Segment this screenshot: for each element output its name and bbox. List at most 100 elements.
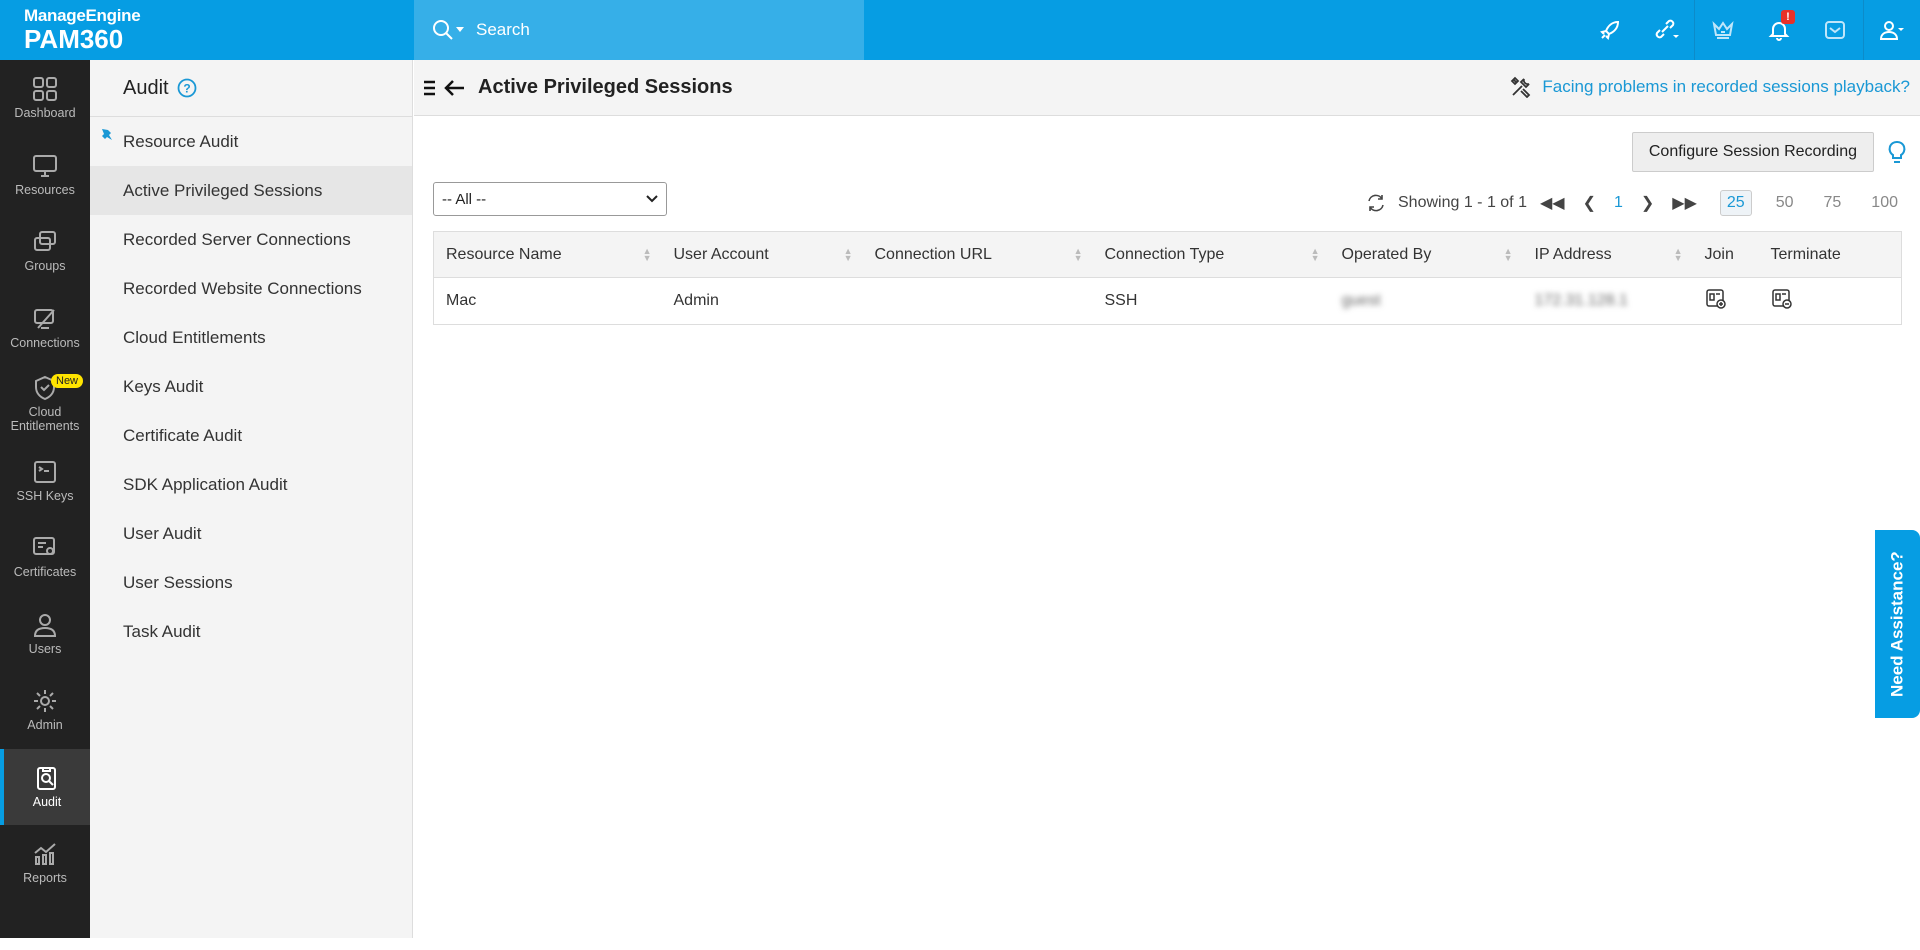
showing-text: Showing 1 - 1 of 1 (1398, 194, 1527, 211)
col-connection-url[interactable]: Connection URL ▲ ▼ (862, 231, 1093, 278)
submenu-user-audit[interactable]: User Audit (90, 509, 412, 558)
nav-label: Cloud Entitlements (10, 405, 80, 434)
submenu-label: Recorded Website Connections (123, 278, 362, 298)
col-connection-type[interactable]: Connection Type ▲ ▼ (1092, 231, 1330, 278)
sort-icon[interactable]: ▲ ▼ (1504, 247, 1513, 263)
submenu-active-privileged-sessions[interactable]: Active Privileged Sessions (90, 166, 412, 215)
nav-groups[interactable]: Groups (0, 213, 90, 290)
col-label: Terminate (1770, 245, 1841, 263)
bottom-strip (0, 938, 1920, 950)
cell-type: SSH (1104, 292, 1138, 309)
search-input[interactable]: Search (476, 20, 530, 40)
sort-icon[interactable]: ▲ ▼ (1674, 247, 1683, 263)
col-user-account[interactable]: User Account ▲ ▼ (661, 231, 863, 278)
join-session-icon[interactable] (1705, 288, 1727, 310)
lightbulb-icon[interactable] (1888, 140, 1906, 166)
nav-resources[interactable]: Resources (0, 137, 90, 214)
submenu-label: Certificate Audit (123, 425, 243, 445)
submenu-label: Keys Audit (123, 376, 204, 396)
logo[interactable]: ManageEngine PAM360 (24, 6, 141, 52)
page-size-25[interactable]: 25 (1719, 190, 1752, 216)
submenu-certificate-audit[interactable]: Certificate Audit (90, 411, 412, 460)
sort-icon[interactable]: ▲ ▼ (1074, 247, 1083, 263)
nav-label: Users (28, 641, 62, 656)
submenu-user-sessions[interactable]: User Sessions (90, 558, 412, 607)
col-operated-by[interactable]: Operated By ▲ ▼ (1329, 231, 1523, 278)
mail-icon[interactable] (1807, 0, 1863, 60)
audit-icon (37, 766, 56, 790)
submenu-label: Recorded Server Connections (123, 229, 351, 249)
svg-text:?: ? (183, 82, 190, 96)
submenu-task-audit[interactable]: Task Audit (90, 607, 412, 656)
playback-help-link[interactable]: Facing problems in recorded sessions pla… (1542, 77, 1910, 97)
rocket-icon[interactable] (1582, 0, 1638, 60)
bell-icon[interactable]: ! (1751, 0, 1807, 60)
filter-value: -- All -- (442, 190, 487, 208)
audit-submenu: Audit? Resource Audit Active Privileged … (90, 60, 413, 938)
crown-icon[interactable] (1695, 0, 1751, 60)
refresh-icon[interactable] (1366, 193, 1386, 213)
configure-session-recording-button[interactable]: Configure Session Recording (1631, 132, 1874, 172)
current-page[interactable]: 1 (1614, 194, 1623, 212)
chevron-down-icon (646, 195, 658, 203)
sort-icon[interactable]: ▲ ▼ (643, 247, 652, 263)
submenu-label: Resource Audit (123, 131, 239, 151)
groups-icon (34, 231, 56, 252)
submenu-label: SDK Application Audit (123, 474, 288, 494)
col-resource-name[interactable]: Resource Name ▲ ▼ (433, 231, 662, 278)
col-label: User Account (673, 245, 769, 263)
submenu-keys-audit[interactable]: Keys Audit (90, 362, 412, 411)
cell-operated-by: guest (1341, 292, 1381, 309)
help-icon[interactable]: ? (177, 78, 197, 98)
nav-audit[interactable]: Audit (0, 748, 90, 825)
pin-icon[interactable] (100, 127, 114, 141)
nav-reports[interactable]: Reports (0, 825, 90, 902)
main-nav: Dashboard Resources Groups Connections N… (0, 60, 90, 950)
menu-toggle-icon[interactable] (422, 79, 438, 97)
terminate-session-icon[interactable] (1771, 288, 1793, 310)
cell-account: Admin (673, 292, 719, 309)
col-join: Join (1692, 231, 1759, 278)
gear-icon (34, 690, 56, 713)
nav-label: Certificates (13, 565, 77, 580)
nav-label: Audit (32, 794, 62, 809)
page-size-50[interactable]: 50 (1770, 191, 1800, 215)
certificate-icon (33, 537, 55, 556)
back-arrow-icon[interactable] (442, 78, 466, 98)
need-assistance-button[interactable]: Need Assistance? (1875, 530, 1920, 718)
page-size-100[interactable]: 100 (1865, 191, 1904, 215)
submenu-label: User Audit (123, 523, 202, 543)
first-page-icon[interactable]: ◀◀ (1540, 193, 1565, 213)
page-size-75[interactable]: 75 (1818, 191, 1848, 215)
sort-icon[interactable]: ▲ ▼ (844, 247, 853, 263)
last-page-icon[interactable]: ▶▶ (1672, 193, 1697, 213)
col-ip-address[interactable]: IP Address ▲ ▼ (1522, 231, 1693, 278)
submenu-resource-audit[interactable]: Resource Audit (90, 117, 412, 166)
submenu-cloud-entitlements[interactable]: Cloud Entitlements (90, 313, 412, 362)
connections-icon (34, 308, 55, 329)
search-bar[interactable]: Search (414, 0, 864, 60)
next-page-icon[interactable]: ❯ (1641, 193, 1654, 213)
nav-ssh-keys[interactable]: SSH Keys (0, 443, 90, 520)
nav-connections[interactable]: Connections (0, 290, 90, 367)
submenu-recorded-server-connections[interactable]: Recorded Server Connections (90, 215, 412, 264)
nav-label: Groups (24, 259, 66, 274)
nav-dashboard[interactable]: Dashboard (0, 60, 90, 137)
nav-users[interactable]: Users (0, 596, 90, 673)
nav-admin[interactable]: Admin (0, 672, 90, 749)
dashboard-icon (33, 77, 57, 102)
col-label: Connection URL (874, 245, 992, 263)
search-icon[interactable] (432, 19, 464, 41)
user-menu-icon[interactable] (1864, 0, 1920, 60)
link-icon[interactable] (1638, 0, 1694, 60)
prev-page-icon[interactable]: ❮ (1583, 193, 1596, 213)
filter-select[interactable]: -- All -- (433, 182, 667, 216)
submenu-label: Task Audit (123, 621, 201, 641)
col-label: Operated By (1341, 245, 1432, 263)
submenu-sdk-application-audit[interactable]: SDK Application Audit (90, 460, 412, 509)
nav-certificates[interactable]: Certificates (0, 519, 90, 596)
pagination: Showing 1 - 1 of 1 ◀◀ ❮ 1 ❯ ▶▶ 25 50 75 … (1366, 190, 1904, 216)
sort-icon[interactable]: ▲ ▼ (1311, 247, 1320, 263)
submenu-recorded-website-connections[interactable]: Recorded Website Connections (90, 264, 412, 313)
nav-cloud-entitlements[interactable]: New Cloud Entitlements (0, 366, 90, 443)
